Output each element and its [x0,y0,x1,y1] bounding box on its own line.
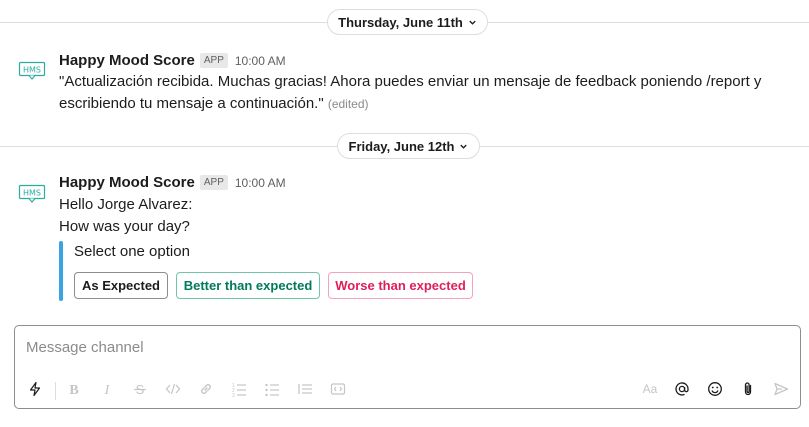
message-header: Happy Mood Score APP 10:00 AM [59,52,286,69]
as-expected-button[interactable]: As Expected [74,272,168,299]
worse-than-expected-button[interactable]: Worse than expected [328,272,473,299]
message-header: Happy Mood Score APP 10:00 AM [59,174,286,191]
date-divider-thursday[interactable]: Thursday, June 11th [327,9,488,35]
message-composer[interactable]: Message channel B I S 123 Aa [14,325,801,409]
message-timestamp[interactable]: 10:00 AM [235,176,286,190]
blockquote-icon[interactable] [296,380,314,398]
edited-label: (edited) [327,97,369,111]
svg-text:Aa: Aa [643,382,658,396]
chevron-down-icon [469,20,476,25]
message-text: "Actualización recibida. Muchas gracias!… [59,71,789,115]
formatting-icon[interactable]: Aa [641,380,659,398]
code-icon[interactable] [164,380,182,398]
date-divider-friday[interactable]: Friday, June 12th [337,133,480,159]
code-block-icon[interactable] [329,380,347,398]
message-line-greeting: Hello Jorge Alvarez: [59,196,193,213]
message-input[interactable]: Message channel [26,339,144,356]
italic-icon[interactable]: I [98,380,116,398]
send-icon[interactable] [772,380,790,398]
bulleted-list-icon[interactable] [263,380,281,398]
chevron-down-icon [460,144,468,149]
svg-text:HMS: HMS [23,66,41,75]
app-badge: APP [199,175,228,190]
svg-text:HMS: HMS [23,189,41,198]
bold-icon[interactable]: B [65,380,83,398]
message-line-question: How was your day? [59,218,190,235]
ordered-list-icon[interactable]: 123 [230,380,248,398]
strikethrough-icon[interactable]: S [131,380,149,398]
link-icon[interactable] [197,380,215,398]
app-avatar-icon[interactable]: HMS [18,184,46,204]
svg-text:B: B [69,383,78,397]
date-label: Friday, June 12th [348,138,455,154]
lightning-icon[interactable] [26,380,44,398]
svg-text:I: I [104,383,111,397]
app-avatar-icon[interactable]: HMS [18,61,46,81]
attach-icon[interactable] [739,380,757,398]
toolbar-divider [55,382,56,400]
attachment-prompt: Select one option [74,243,190,260]
message-body: "Actualización recibida. Muchas gracias!… [59,73,762,112]
sender-name[interactable]: Happy Mood Score [59,52,195,69]
app-badge: APP [199,53,228,68]
mention-icon[interactable] [673,380,691,398]
emoji-icon[interactable] [706,380,724,398]
better-than-expected-button[interactable]: Better than expected [176,272,320,299]
date-label: Thursday, June 11th [338,14,463,30]
attachment-accent-bar [59,241,63,301]
svg-text:3: 3 [232,393,235,397]
message-timestamp[interactable]: 10:00 AM [235,54,286,68]
sender-name[interactable]: Happy Mood Score [59,174,195,191]
